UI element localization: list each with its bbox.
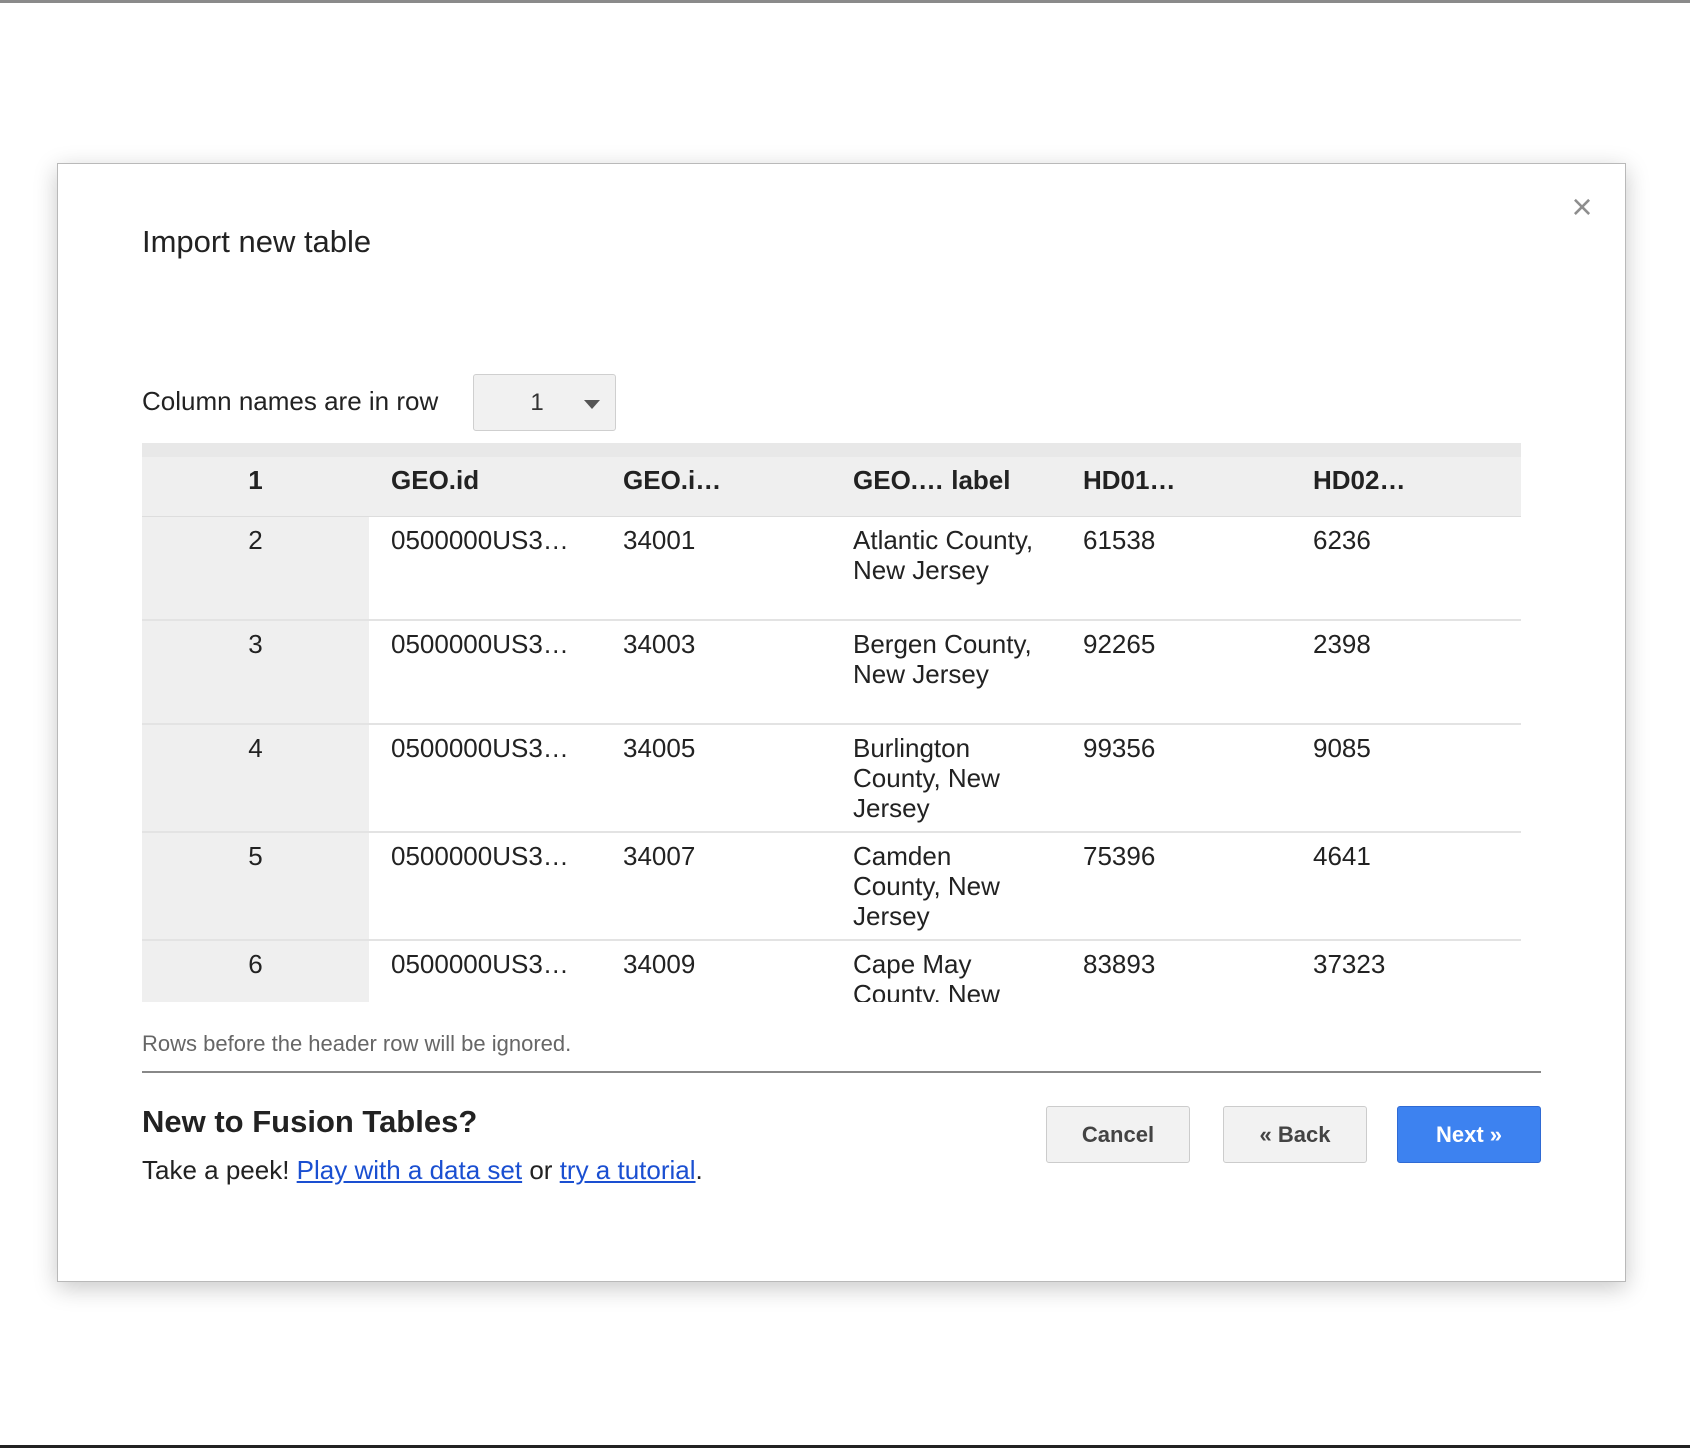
dialog-title: Import new table — [142, 224, 372, 259]
header-row-select[interactable]: 1 — [473, 374, 616, 431]
table-cell: 0500000US3… — [369, 832, 601, 941]
table-cell: 34003 — [601, 620, 831, 725]
table-cell: 75396 — [1061, 832, 1291, 941]
header-row-value: 1 — [530, 389, 544, 416]
column-header: HD02… — [1291, 457, 1521, 517]
back-button[interactable]: « Back — [1223, 1106, 1367, 1163]
table-cell: 34001 — [601, 516, 831, 621]
table-cell: Camden County, New Jersey — [831, 832, 1061, 941]
table-cell: 99356 — [1061, 724, 1291, 833]
table-cell: 9085 — [1291, 724, 1521, 833]
close-icon[interactable]: × — [1565, 189, 1599, 225]
promo-middle: or — [522, 1155, 560, 1185]
header-row-hint: Rows before the header row will be ignor… — [142, 1031, 572, 1056]
row-number: 3 — [142, 620, 369, 725]
table-row: 4 0500000US3… 34005 Burlington County, N… — [142, 724, 1521, 833]
cancel-button[interactable]: Cancel — [1046, 1106, 1190, 1163]
table-cell: 37323 — [1291, 940, 1521, 1002]
table-cell: 0500000US3… — [369, 940, 601, 1002]
table-cell: 34009 — [601, 940, 831, 1002]
promo-prefix: Take a peek! — [142, 1155, 297, 1185]
row-number: 2 — [142, 516, 369, 621]
promo-title: New to Fusion Tables? — [142, 1104, 478, 1139]
table-cell: 83893 — [1061, 940, 1291, 1002]
table-cell: Atlantic County, New Jersey — [831, 516, 1061, 621]
column-header: GEO.… label — [831, 457, 1061, 517]
row-number: 6 — [142, 940, 369, 1002]
preview-table: 1 GEO.id GEO.i… GEO.… label HD01… HD02… … — [142, 457, 1521, 1002]
table-header-row: 1 GEO.id GEO.i… GEO.… label HD01… HD02… — [142, 457, 1521, 517]
preview-table-scroll[interactable]: 1 GEO.id GEO.i… GEO.… label HD01… HD02… … — [142, 443, 1521, 1002]
import-table-dialog: × Import new table Column names are in r… — [57, 163, 1626, 1282]
table-cell: 0500000US3… — [369, 620, 601, 725]
table-cell: 34005 — [601, 724, 831, 833]
table-row: 2 0500000US3… 34001 Atlantic County, New… — [142, 516, 1521, 621]
column-header: HD01… — [1061, 457, 1291, 517]
table-cell: 0500000US3… — [369, 724, 601, 833]
divider — [142, 1071, 1541, 1073]
header-row-label: Column names are in row — [142, 386, 439, 416]
table-cell: Cape May County, New Jersey — [831, 940, 1061, 1002]
browser-top-edge — [0, 0, 1690, 3]
row-number: 4 — [142, 724, 369, 833]
promo-suffix: . — [695, 1155, 703, 1185]
table-cell: 4641 — [1291, 832, 1521, 941]
table-row: 5 0500000US3… 34007 Camden County, New J… — [142, 832, 1521, 941]
table-cell: 2398 — [1291, 620, 1521, 725]
next-button[interactable]: Next » — [1397, 1106, 1541, 1163]
table-cell: 92265 — [1061, 620, 1291, 725]
table-cell: Burlington County, New Jersey — [831, 724, 1061, 833]
table-cell: Bergen County, New Jersey — [831, 620, 1061, 725]
try-tutorial-link[interactable]: try a tutorial — [560, 1155, 696, 1185]
table-row: 6 0500000US3… 34009 Cape May County, New… — [142, 940, 1521, 1002]
column-header-rownum: 1 — [142, 457, 369, 517]
chevron-down-icon — [584, 400, 600, 409]
table-cell: 6236 — [1291, 516, 1521, 621]
table-cell: 61538 — [1061, 516, 1291, 621]
column-header: GEO.id — [369, 457, 601, 517]
promo-text: Take a peek! Play with a data set or try… — [142, 1155, 703, 1186]
play-with-data-set-link[interactable]: Play with a data set — [297, 1155, 522, 1185]
table-cell: 0500000US3… — [369, 516, 601, 621]
table-cell: 34007 — [601, 832, 831, 941]
row-number: 5 — [142, 832, 369, 941]
column-header: GEO.i… — [601, 457, 831, 517]
table-row: 3 0500000US3… 34003 Bergen County, New J… — [142, 620, 1521, 725]
